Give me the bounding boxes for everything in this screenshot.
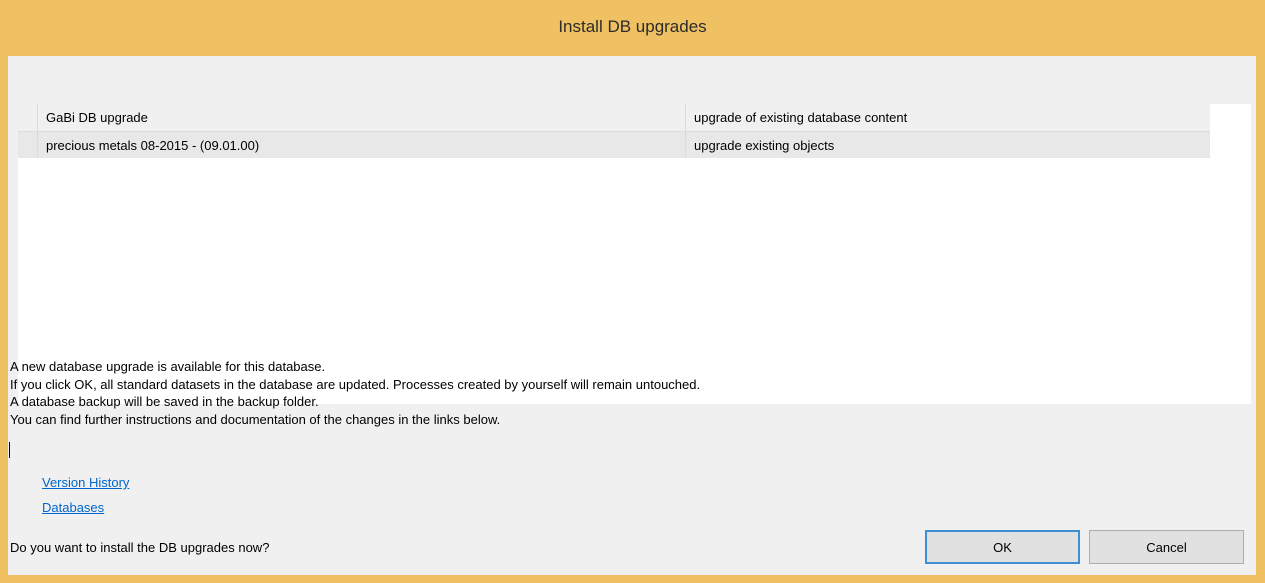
title-bar[interactable]: Install DB upgrades [0, 0, 1265, 56]
message-line: If you click OK, all standard datasets i… [10, 376, 701, 392]
version-history-link[interactable]: Version History [42, 475, 129, 490]
row-header-corner [18, 104, 38, 131]
install-question: Do you want to install the DB upgrades n… [10, 540, 270, 555]
message-line: You can find further instructions and do… [10, 411, 501, 427]
ok-button[interactable]: OK [925, 530, 1080, 564]
row-selector[interactable] [18, 132, 38, 158]
column-header-upgrade-content[interactable]: upgrade of existing database content [686, 104, 1210, 131]
table-row[interactable]: precious metals 08-2015 - (09.01.00) upg… [18, 132, 1210, 158]
cell-upgrade-content[interactable]: upgrade existing objects [686, 132, 1210, 158]
column-header-db-upgrade[interactable]: GaBi DB upgrade [38, 104, 686, 131]
table-header: GaBi DB upgrade upgrade of existing data… [18, 104, 1210, 132]
databases-link[interactable]: Databases [42, 500, 104, 515]
cell-db-upgrade[interactable]: precious metals 08-2015 - (09.01.00) [38, 132, 686, 158]
info-message: A new database upgrade is available for … [10, 358, 1210, 428]
message-line: A database backup will be saved in the b… [10, 394, 319, 409]
cancel-button[interactable]: Cancel [1089, 530, 1244, 564]
install-db-upgrades-dialog: Install DB upgrades GaBi DB upgrade upgr… [0, 0, 1265, 583]
message-line: A new database upgrade is available for … [10, 359, 326, 374]
dialog-content: GaBi DB upgrade upgrade of existing data… [8, 56, 1256, 575]
window-title: Install DB upgrades [558, 17, 707, 36]
text-caret [9, 442, 10, 458]
